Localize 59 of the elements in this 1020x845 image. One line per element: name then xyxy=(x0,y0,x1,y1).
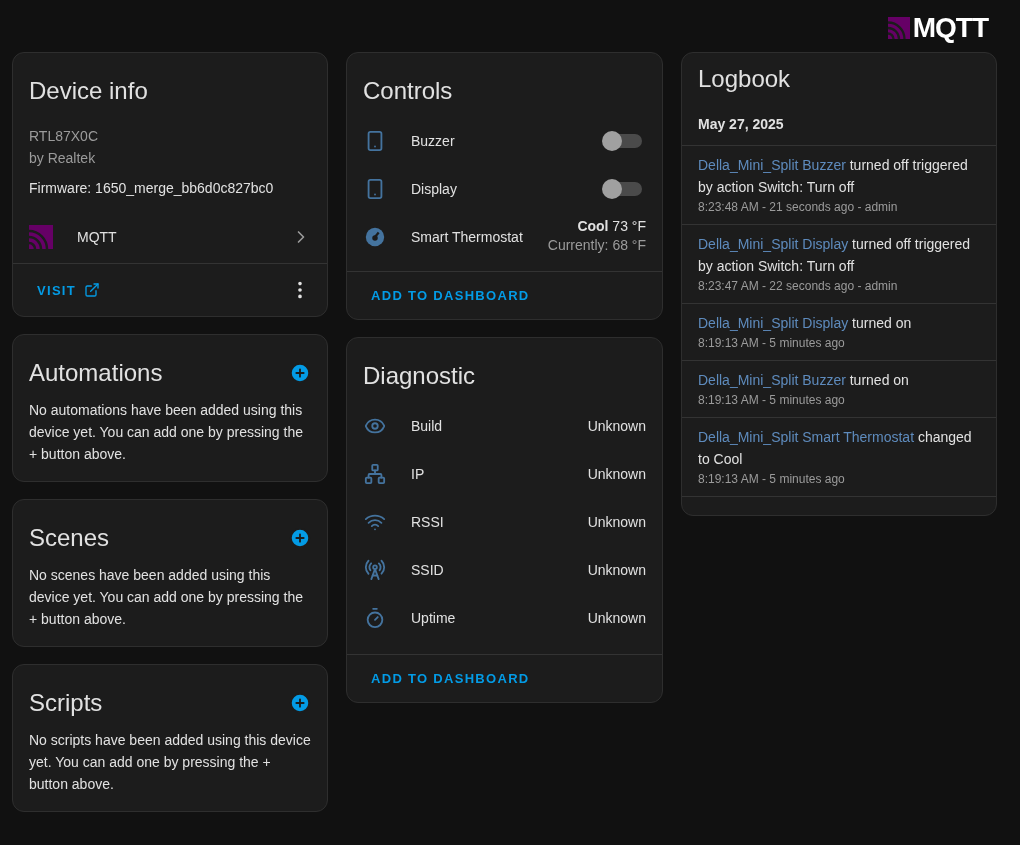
log-time: 8:23:47 AM - 22 seconds ago - admin xyxy=(698,278,899,295)
signal-waves-icon xyxy=(29,225,53,249)
log-message: Della_Mini_Split Display turned on xyxy=(698,314,913,333)
log-message: Della_Mini_Split Buzzer turned off triggered by action Switch: Turn off xyxy=(698,156,969,197)
sensor-value: Unknown xyxy=(587,466,646,482)
sensor-name[interactable]: Uptime xyxy=(411,610,588,626)
empty-message: No scenes have been added using this device yet. You can add one by pressing the + button above. xyxy=(29,566,304,629)
add-to-dashboard-button[interactable]: ADD TO DASHBOARD xyxy=(363,663,538,694)
climate-state: Cool 73 °F xyxy=(577,218,646,234)
log-message: Della_Mini_Split Smart Thermostat changed to Cool xyxy=(698,428,973,469)
log-message: Della_Mini_Split Buzzer turned on xyxy=(698,371,910,390)
entity-link[interactable]: Della_Mini_Split Display xyxy=(698,315,849,331)
entity-link[interactable]: Della_Mini_Split Display xyxy=(698,236,849,252)
log-message: Della_Mini_Split Display turned off triggered by action Switch: Turn off xyxy=(698,235,972,276)
sensor-value: Unknown xyxy=(587,610,646,626)
empty-message: No automations have been added using this device yet. You can add one by pressing the + button above. xyxy=(29,401,304,464)
entity-link[interactable]: Della_Mini_Split Buzzer xyxy=(698,157,846,173)
sensor-value: Unknown xyxy=(587,418,646,434)
sensor-name[interactable]: IP xyxy=(411,466,588,482)
integration-name[interactable]: MQTT xyxy=(77,229,291,245)
sensor-name[interactable]: Build xyxy=(411,418,588,434)
network-icon xyxy=(364,463,386,485)
entity-link[interactable]: Della_Mini_Split Buzzer xyxy=(698,372,846,388)
entity-link[interactable]: Della_Mini_Split Smart Thermostat xyxy=(698,429,915,445)
entity-name[interactable]: Smart Thermostat xyxy=(411,229,548,245)
entity-name[interactable]: Buzzer xyxy=(411,133,606,149)
entity-name[interactable]: Display xyxy=(411,181,606,197)
sensor-value: Unknown xyxy=(587,562,646,578)
log-date: May 27, 2025 xyxy=(697,115,785,134)
thermostat-icon xyxy=(364,226,386,248)
current-temperature: Currently: 68 °F xyxy=(547,236,646,255)
add-icon[interactable] xyxy=(289,362,311,384)
log-time: 8:19:13 AM - 5 minutes ago xyxy=(698,392,846,409)
firmware-text: Firmware: 1650_merge_bb6d0c827bc0 xyxy=(29,179,275,198)
card-title: Logbook xyxy=(697,64,792,93)
logo-text: MQTT xyxy=(912,12,988,44)
device-model: RTL87X0C xyxy=(29,127,99,146)
sensor-value: Unknown xyxy=(587,514,646,530)
add-icon[interactable] xyxy=(289,692,311,714)
device-manufacturer: by Realtek xyxy=(29,149,97,168)
card-title: Automations xyxy=(29,359,163,387)
log-time: 8:19:13 AM - 5 minutes ago xyxy=(698,335,846,352)
card-title: Diagnostic xyxy=(362,361,477,391)
sensor-name[interactable]: SSID xyxy=(411,562,588,578)
add-icon[interactable] xyxy=(289,527,311,549)
visit-link[interactable]: VISIT xyxy=(29,274,108,306)
external-link-icon xyxy=(84,282,100,298)
sensor-name[interactable]: RSSI xyxy=(411,514,588,530)
log-time: 8:19:13 AM - 5 minutes ago xyxy=(698,471,846,488)
add-to-dashboard-button[interactable]: ADD TO DASHBOARD xyxy=(363,280,538,311)
timer-icon xyxy=(364,607,386,629)
log-time: 8:23:48 AM - 21 seconds ago - admin xyxy=(698,199,899,216)
antenna-icon xyxy=(364,559,386,581)
card-title: Device info xyxy=(28,76,149,105)
card-title: Controls xyxy=(362,76,454,106)
signal-waves-icon xyxy=(887,17,910,39)
empty-message: No scripts have been added using this device yet. You can add one by pressing the + button above. xyxy=(29,731,311,794)
card-title: Scripts xyxy=(29,689,103,717)
card-title: Scenes xyxy=(29,524,110,552)
